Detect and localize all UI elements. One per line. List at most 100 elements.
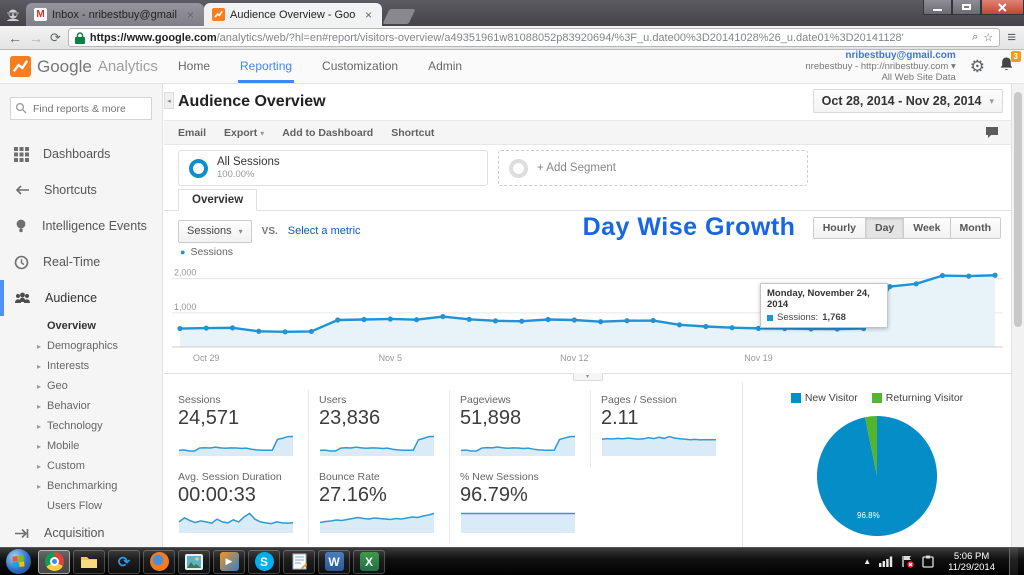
add-segment-button[interactable]: + Add Segment <box>498 150 808 186</box>
sparkline-bounce-rate <box>319 521 435 538</box>
card-avg-session-duration[interactable]: Avg. Session Duration 00:00:33 <box>178 467 309 544</box>
sidebar-item-geo[interactable]: ▸Geo <box>0 376 162 396</box>
sidebar-item-demographics[interactable]: ▸Demographics <box>0 336 162 356</box>
sidebar-item-custom[interactable]: ▸Custom <box>0 456 162 476</box>
scrollbar-thumb[interactable] <box>1014 92 1022 327</box>
gear-icon[interactable]: ⚙ <box>970 57 985 77</box>
card-new-sessions[interactable]: % New Sessions 96.79% <box>460 467 591 544</box>
email-button[interactable]: Email <box>178 127 206 139</box>
sessions-line-chart[interactable]: 1,0002,000Oct 29Nov 5Nov 12Nov 19 Monday… <box>164 259 1011 373</box>
card-sessions[interactable]: Sessions 24,571 <box>178 390 309 467</box>
sidebar-item-intelligence-events[interactable]: Intelligence Events <box>0 208 162 244</box>
report-header: Audience Overview Oct 28, 2014 - Nov 28,… <box>164 84 1011 120</box>
notifications[interactable]: 3 <box>999 56 1014 77</box>
taskbar-sync[interactable]: ⟳ <box>108 550 140 574</box>
taskbar-clock[interactable]: 5:06 PM 11/29/2014 <box>942 551 1001 573</box>
nav-reporting[interactable]: Reporting <box>238 50 294 83</box>
chart-collapse-handle[interactable]: ▾ <box>573 373 603 381</box>
sidebar-item-users-flow[interactable]: Users Flow <box>0 496 162 516</box>
taskbar-word[interactable]: W <box>318 550 350 574</box>
sidebar-item-label: Overview <box>47 320 96 332</box>
sidebar-item-real-time[interactable]: Real-Time <box>0 244 162 280</box>
hidden-icons-button[interactable]: ▲ <box>863 557 871 566</box>
legend-label: Returning Visitor <box>886 392 963 404</box>
visitor-type-pie-chart[interactable]: 96.8% <box>813 412 941 540</box>
add-to-dashboard-button[interactable]: Add to Dashboard <box>282 127 373 139</box>
chevron-down-icon: ▾ <box>239 227 243 236</box>
analytics-logo[interactable]: Google Analytics <box>10 56 162 77</box>
sidebar-item-behavior[interactable]: ▸Behavior <box>0 396 162 416</box>
taskbar-explorer[interactable] <box>73 550 105 574</box>
account-property: nrebestbuy - http://nribestbuy.com ▾ <box>805 61 955 72</box>
granularity-hourly[interactable]: Hourly <box>813 217 866 239</box>
chrome-menu-icon[interactable]: ≡ <box>1007 29 1016 46</box>
tooltip-value: 1,768 <box>822 312 846 323</box>
shortcut-button[interactable]: Shortcut <box>391 127 434 139</box>
bookmark-star-icon[interactable]: ☆ <box>983 31 993 44</box>
card-users[interactable]: Users 23,836 <box>319 390 450 467</box>
address-bar[interactable]: https://www.google.com/analytics/web/?hl… <box>68 28 1000 47</box>
back-icon[interactable]: ← <box>8 31 22 45</box>
export-button[interactable]: Export ▾ <box>224 127 264 139</box>
taskbar-firefox[interactable] <box>143 550 175 574</box>
zoom-icon[interactable]: ⌕ <box>972 31 978 44</box>
minimize-button[interactable] <box>923 0 952 15</box>
card-pages-session[interactable]: Pages / Session 2.11 <box>601 390 732 467</box>
select-metric-link[interactable]: Select a metric <box>288 225 361 237</box>
metric-dropdown[interactable]: Sessions▾ <box>178 220 252 243</box>
close-button[interactable] <box>981 0 1024 15</box>
taskbar-media-player[interactable]: ▶ <box>213 550 245 574</box>
start-button[interactable] <box>6 549 31 574</box>
date-range-picker[interactable]: Oct 28, 2014 - Nov 28, 2014 ▾ <box>813 89 1003 113</box>
sidebar-item-audience[interactable]: Audience <box>0 280 162 316</box>
network-icon[interactable] <box>879 556 893 567</box>
nav-admin[interactable]: Admin <box>426 50 464 83</box>
granularity-day[interactable]: Day <box>866 217 904 239</box>
taskbar-image-viewer[interactable] <box>178 550 210 574</box>
sidebar-item-mobile[interactable]: ▸Mobile <box>0 436 162 456</box>
close-tab-icon[interactable]: × <box>363 10 374 20</box>
forward-icon[interactable]: → <box>29 31 43 45</box>
sidebar-search[interactable] <box>10 97 152 120</box>
taskbar-skype[interactable]: S <box>248 550 280 574</box>
new-tab-button[interactable] <box>383 9 416 24</box>
notepad-icon <box>292 553 307 570</box>
sidebar-item-acquisition[interactable]: Acquisition <box>0 518 162 547</box>
profile-avatar-icon[interactable] <box>0 4 26 26</box>
nav-home[interactable]: Home <box>176 50 212 83</box>
tab-analytics[interactable]: Audience Overview - Goo × <box>204 3 382 26</box>
close-tab-icon[interactable]: × <box>185 10 196 20</box>
nav-customization[interactable]: Customization <box>320 50 400 83</box>
analytics-nav: Home Reporting Customization Admin <box>176 50 464 83</box>
reload-icon[interactable]: ⟳ <box>50 30 61 46</box>
sidebar-item-dashboards[interactable]: Dashboards <box>0 136 162 172</box>
card-value: 2.11 <box>601 407 724 430</box>
action-center-icon[interactable] <box>922 555 934 568</box>
sidebar-item-technology[interactable]: ▸Technology <box>0 416 162 436</box>
firefox-icon <box>150 552 169 571</box>
maximize-button[interactable] <box>952 0 981 15</box>
taskbar-notepad[interactable] <box>283 550 315 574</box>
feedback-icon[interactable] <box>985 126 999 144</box>
sidebar-item-shortcuts[interactable]: Shortcuts <box>0 172 162 208</box>
taskbar-chrome[interactable] <box>38 550 70 574</box>
alert-flag-icon[interactable] <box>901 555 914 568</box>
page-scrollbar[interactable] <box>1011 84 1024 547</box>
card-bounce-rate[interactable]: Bounce Rate 27.16% <box>319 467 450 544</box>
granularity-month[interactable]: Month <box>951 217 1002 239</box>
account-switcher[interactable]: nribestbuy@gmail.com nrebestbuy - http:/… <box>805 50 955 83</box>
search-input[interactable] <box>10 97 152 120</box>
sparkline-avg-duration <box>178 521 294 538</box>
granularity-week[interactable]: Week <box>904 217 950 239</box>
show-desktop-button[interactable] <box>1009 548 1018 575</box>
sidebar-item-interests[interactable]: ▸Interests <box>0 356 162 376</box>
sidebar-item-overview[interactable]: Overview <box>0 316 162 336</box>
taskbar-excel[interactable]: X <box>353 550 385 574</box>
sidebar-item-benchmarking[interactable]: ▸Benchmarking <box>0 476 162 496</box>
legend-label: New Visitor <box>805 392 858 404</box>
segment-all-sessions[interactable]: All Sessions 100.00% <box>178 150 488 186</box>
tab-gmail[interactable]: M Inbox - nribestbuy@gmail × <box>26 3 204 26</box>
tab-overview[interactable]: Overview <box>178 189 257 211</box>
granularity-buttons: Hourly Day Week Month <box>813 217 1001 239</box>
card-pageviews[interactable]: Pageviews 51,898 <box>460 390 591 467</box>
